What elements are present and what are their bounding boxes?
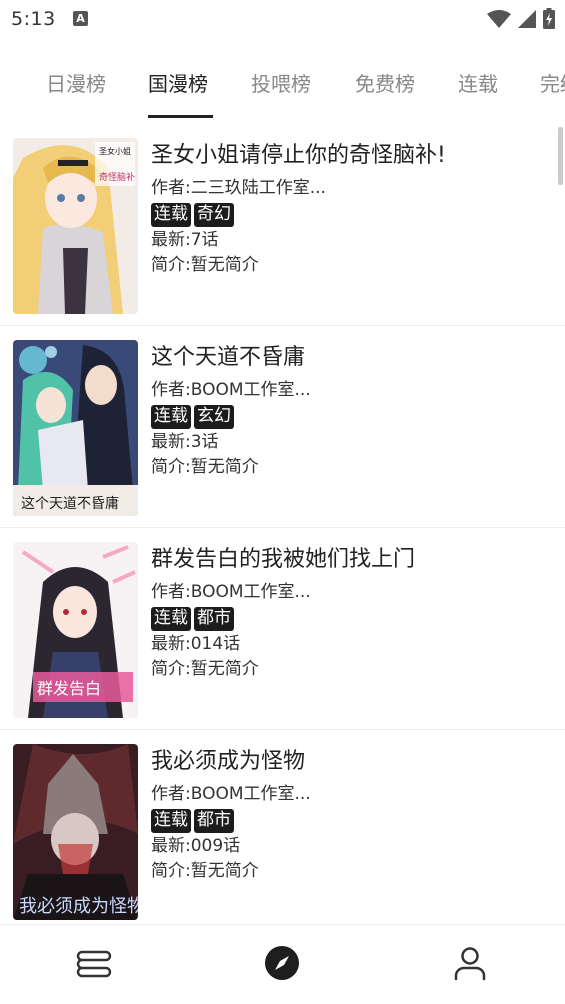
comic-tags: 连载 都市 <box>151 809 545 833</box>
tab-feeding-ranking[interactable]: 投喂榜 <box>251 68 311 97</box>
comic-author: 作者: BOOM工作室... <box>151 580 545 605</box>
intro-value: 暂无简介 <box>190 255 259 275</box>
comic-intro: 简介: 暂无简介 <box>151 253 545 278</box>
latest-value: 014话 <box>190 634 241 654</box>
comic-tags: 连载 都市 <box>151 607 545 631</box>
wifi-icon <box>487 9 511 28</box>
intro-value: 暂无简介 <box>190 861 259 881</box>
notification-a-icon: A <box>73 11 88 26</box>
intro-value: 暂无简介 <box>190 457 259 477</box>
svg-text:群发告白: 群发告白 <box>37 679 101 698</box>
nav-discover-button[interactable] <box>262 943 302 983</box>
tab-free-ranking[interactable]: 免费榜 <box>355 68 415 97</box>
comic-cover: 圣女小姐 奇怪脑补 <box>13 138 138 314</box>
status-bar: 5:13 A <box>0 0 565 38</box>
comic-info: 群发告白的我被她们找上门 作者: BOOM工作室... 连载 都市 最新: 01… <box>151 542 545 682</box>
comic-title: 我必须成为怪物 <box>151 749 306 774</box>
battery-icon <box>543 8 555 29</box>
status-tag: 连载 <box>151 405 191 429</box>
status-time: 5:13 <box>11 8 56 30</box>
author-label: 作者: <box>151 178 191 198</box>
tab-completed[interactable]: 完结 <box>540 68 565 97</box>
comic-title: 这个天道不昏庸 <box>151 345 306 370</box>
comic-list-item[interactable]: 群发告白 群发告白的我被她们找上门 作者: BOOM工作室... 连载 都市 最… <box>0 528 565 730</box>
svg-text:奇怪脑补: 奇怪脑补 <box>99 171 135 183</box>
comic-cover: 我必须成为怪物 <box>13 744 138 920</box>
tab-indicator <box>148 115 213 118</box>
intro-label: 简介: <box>151 861 191 881</box>
comic-tags: 连载 玄幻 <box>151 405 545 429</box>
comic-list-item[interactable]: 这个天道不昏庸 这个天道不昏庸 作者: BOOM工作室... 连载 玄幻 最新:… <box>0 326 565 528</box>
comic-list: 圣女小姐 奇怪脑补 圣女小姐请停止你的奇怪脑补! 作者: 二三玖陆工作室... … <box>0 124 565 925</box>
comic-latest: 最新: 3话 <box>151 430 545 455</box>
compass-icon <box>265 946 299 980</box>
svg-text:这个天道不昏庸: 这个天道不昏庸 <box>21 495 119 512</box>
comic-author: 作者: 二三玖陆工作室... <box>151 176 545 201</box>
comic-tags: 连载 奇幻 <box>151 203 545 227</box>
intro-label: 简介: <box>151 659 191 679</box>
bookshelf-icon <box>76 950 112 978</box>
genre-tag: 都市 <box>194 607 234 631</box>
comic-author: 作者: BOOM工作室... <box>151 378 545 403</box>
comic-cover: 这个天道不昏庸 <box>13 340 138 516</box>
genre-tag: 都市 <box>194 809 234 833</box>
comic-intro: 简介: 暂无简介 <box>151 657 545 682</box>
latest-value: 7话 <box>190 230 219 250</box>
status-tag: 连载 <box>151 203 191 227</box>
intro-label: 简介: <box>151 457 191 477</box>
svg-text:我必须成为怪物: 我必须成为怪物 <box>19 896 138 917</box>
latest-label: 最新: <box>151 634 191 654</box>
tab-chinese-ranking[interactable]: 国漫榜 <box>148 68 208 97</box>
intro-label: 简介: <box>151 255 191 275</box>
comic-latest: 最新: 014话 <box>151 632 545 657</box>
profile-icon <box>454 947 486 981</box>
comic-list-item[interactable]: 我必须成为怪物 我必须成为怪物 作者: BOOM工作室... 连载 都市 最新:… <box>0 730 565 925</box>
author-label: 作者: <box>151 784 191 804</box>
latest-value: 009话 <box>190 836 241 856</box>
comic-info: 这个天道不昏庸 作者: BOOM工作室... 连载 玄幻 最新: 3话 简介: … <box>151 340 545 480</box>
list-scrollbar[interactable] <box>558 127 563 185</box>
status-tag: 连载 <box>151 809 191 833</box>
nav-bookshelf-button[interactable] <box>74 943 114 983</box>
comic-latest: 最新: 009话 <box>151 834 545 859</box>
author-value: BOOM工作室... <box>190 784 311 804</box>
intro-value: 暂无简介 <box>190 659 259 679</box>
author-label: 作者: <box>151 380 191 400</box>
genre-tag: 奇幻 <box>194 203 234 227</box>
nav-profile-button[interactable] <box>450 943 490 983</box>
author-value: BOOM工作室... <box>190 582 311 602</box>
comic-latest: 最新: 7话 <box>151 228 545 253</box>
comic-list-item[interactable]: 圣女小姐 奇怪脑补 圣女小姐请停止你的奇怪脑补! 作者: 二三玖陆工作室... … <box>0 124 565 326</box>
bottom-nav <box>0 924 565 1004</box>
status-tag: 连载 <box>151 607 191 631</box>
author-label: 作者: <box>151 582 191 602</box>
comic-intro: 简介: 暂无简介 <box>151 455 545 480</box>
comic-info: 我必须成为怪物 作者: BOOM工作室... 连载 都市 最新: 009话 简介… <box>151 744 545 884</box>
comic-intro: 简介: 暂无简介 <box>151 859 545 884</box>
comic-info: 圣女小姐请停止你的奇怪脑补! 作者: 二三玖陆工作室... 连载 奇幻 最新: … <box>151 138 545 278</box>
status-icons <box>487 8 555 29</box>
latest-label: 最新: <box>151 230 191 250</box>
author-value: 二三玖陆工作室... <box>190 178 326 198</box>
svg-text:圣女小姐: 圣女小姐 <box>99 146 131 156</box>
signal-icon <box>518 9 536 28</box>
comic-author: 作者: BOOM工作室... <box>151 782 545 807</box>
comic-title: 圣女小姐请停止你的奇怪脑补! <box>151 143 446 168</box>
genre-tag: 玄幻 <box>194 405 234 429</box>
comic-title: 群发告白的我被她们找上门 <box>151 547 416 572</box>
comic-cover: 群发告白 <box>13 542 138 718</box>
latest-label: 最新: <box>151 836 191 856</box>
tab-serializing[interactable]: 连载 <box>458 68 498 97</box>
category-tabs: 日漫榜 国漫榜 投喂榜 免费榜 连载 完结 <box>0 56 565 120</box>
tab-japanese-ranking[interactable]: 日漫榜 <box>46 68 106 97</box>
latest-label: 最新: <box>151 432 191 452</box>
latest-value: 3话 <box>190 432 219 452</box>
author-value: BOOM工作室... <box>190 380 311 400</box>
